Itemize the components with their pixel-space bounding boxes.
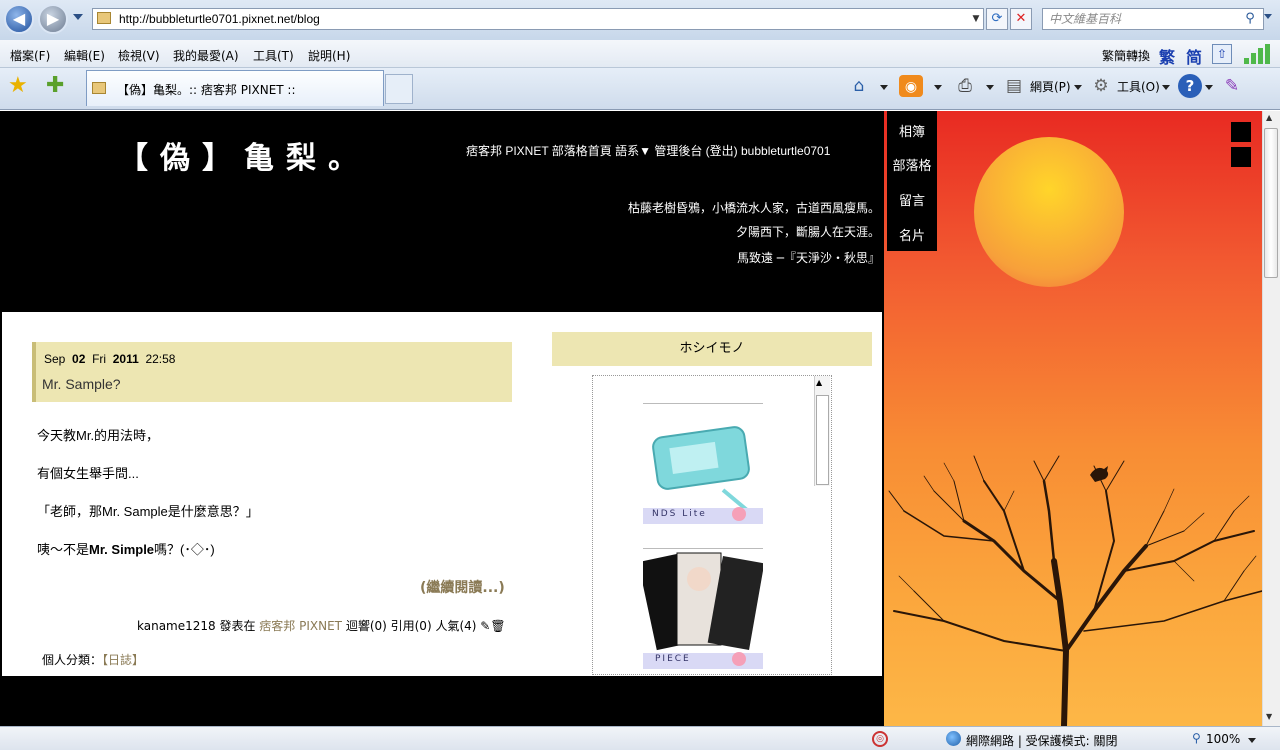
home-icon[interactable]: ⌂ (847, 74, 871, 98)
recent-pages-dropdown[interactable] (73, 14, 83, 20)
side-nav: 相簿 部落格 留言 名片 (887, 111, 937, 251)
line4-post: 嗎？(･◇･) (154, 542, 215, 557)
stop-button[interactable]: ✕ (1010, 8, 1032, 30)
url-dropdown-icon[interactable]: ▼ (968, 9, 984, 29)
post-line-3: 「老師，那Mr. Sample是什麼意思？」 (37, 504, 259, 519)
globe-icon (946, 731, 961, 746)
widget-scroll-thumb[interactable] (816, 395, 829, 485)
menu-tools[interactable]: 工具(T) (253, 47, 294, 64)
post-line-1: 今天教Mr.的用法時， (37, 428, 160, 443)
rss-feed-icon[interactable]: ◉ (899, 75, 923, 97)
date-time: 22:58 (145, 352, 176, 366)
scroll-up-icon[interactable]: ▲ (1266, 113, 1272, 122)
help-dropdown[interactable] (1205, 85, 1213, 90)
print-icon[interactable]: ⎙ (953, 74, 977, 98)
post-header (32, 342, 512, 402)
category-link[interactable]: 【日誌】 (102, 653, 144, 667)
rss-dropdown[interactable] (934, 85, 942, 90)
tools-menu[interactable]: 工具(O) (1117, 76, 1160, 98)
page-icon[interactable]: ▤ (1002, 74, 1026, 98)
site-favicon-icon (97, 12, 111, 24)
menu-view[interactable]: 檢視(V) (118, 47, 160, 64)
post-date: Sep 02 Fri 2011 22:58 (44, 352, 175, 366)
back-button[interactable]: ◀ (4, 4, 34, 34)
search-provider-dropdown[interactable] (1264, 14, 1272, 19)
gear-icon[interactable]: ⚙ (1089, 74, 1113, 98)
add-favorite-icon[interactable]: ✚ (46, 74, 64, 98)
convert-label: 繁簡轉換 (1102, 49, 1151, 63)
zoom-dropdown[interactable] (1248, 738, 1256, 743)
scroll-down-icon[interactable]: ▼ (1266, 712, 1272, 721)
menu-favorites[interactable]: 我的最愛(A) (173, 47, 239, 64)
post-line-2: 有個女生舉手問... (37, 466, 139, 481)
sidebar-widget-title: ホシイモノ (552, 332, 872, 366)
page-menu[interactable]: 網頁(P) (1030, 76, 1071, 98)
search-input[interactable]: 中文維基百科 (1042, 8, 1264, 30)
research-icon[interactable]: ✎ (1220, 74, 1244, 98)
favorites-star-icon[interactable]: ★ (8, 74, 28, 98)
popup-blocked-icon[interactable]: ◎ (872, 731, 888, 747)
widget-scroll-up-icon[interactable]: ▲ (816, 378, 822, 387)
tree-silhouette-image (888, 455, 1262, 726)
simplified-button[interactable]: 简 (1186, 44, 1202, 68)
traditional-button[interactable]: 繁 (1159, 44, 1175, 68)
category-label: 個人分類： (42, 653, 103, 667)
page-dropdown[interactable] (1074, 85, 1082, 90)
top-links[interactable]: 痞客邦 PIXNET 部落格首頁 語系▼ 管理後台 (登出) bubbletur… (466, 142, 830, 159)
trash-icon[interactable]: 🗑 (490, 619, 505, 633)
nav-album[interactable]: 相簿 (887, 121, 937, 140)
date-year: 2011 (112, 352, 139, 366)
nav-profile[interactable]: 名片 (887, 225, 937, 244)
piece-caption: PIECE (655, 654, 691, 664)
print-dropdown[interactable] (986, 85, 994, 90)
tools-dropdown[interactable] (1162, 85, 1170, 90)
line4-pre: 咦～不是 (37, 542, 90, 557)
nav-blog[interactable]: 部落格 (887, 155, 937, 174)
line4-bold: Mr. Simple (89, 542, 155, 557)
widget-square-1[interactable] (1231, 122, 1251, 142)
zoom-icon: ⚲ (1192, 731, 1201, 745)
tab-current[interactable]: 【偽】亀梨。:: 痞客邦 PIXNET :: (86, 70, 384, 106)
new-tab-button[interactable] (385, 74, 413, 104)
nds-lite-image[interactable] (643, 403, 763, 524)
meta-author: kaname1218 發表在 (137, 619, 260, 633)
forward-button[interactable]: ▶ (38, 4, 68, 34)
nds-lite-caption: NDS Lite (652, 509, 707, 519)
read-more-link[interactable]: (繼續閱讀...) (420, 577, 505, 597)
blog-title[interactable]: 【偽】亀梨。 (118, 133, 370, 177)
date-month: Sep (44, 352, 66, 366)
meta-stats: 迴響(0) 引用(0) 人氣(4) (342, 619, 477, 633)
post-category: 個人分類：【日誌】 (42, 651, 144, 668)
home-dropdown[interactable] (880, 85, 888, 90)
zoom-level[interactable]: 100% (1206, 732, 1240, 746)
menu-edit[interactable]: 編輯(E) (64, 47, 105, 64)
date-day: 02 (72, 352, 86, 366)
post-line-4: 咦～不是Mr. Simple嗎？(･◇･) (37, 539, 215, 558)
post-title[interactable]: Mr. Sample? (42, 376, 121, 392)
date-weekday: Fri (92, 352, 107, 366)
refresh-button[interactable]: ⟳ (986, 8, 1008, 30)
nav-guestbook[interactable]: 留言 (887, 190, 937, 209)
signal-icon (1244, 44, 1270, 64)
page-scroll-thumb[interactable] (1264, 128, 1278, 278)
menu-help[interactable]: 說明(H) (308, 47, 350, 64)
edit-icon[interactable]: ✎ (480, 619, 490, 633)
tab-favicon-icon (92, 82, 106, 94)
menu-file[interactable]: 檔案(F) (10, 47, 50, 64)
url-input[interactable]: http://bubbleturtle0701.pixnet.net/blog (92, 8, 984, 30)
meta-pixnet-link[interactable]: 痞客邦 PIXNET (259, 619, 342, 633)
poem-credit: 馬致遠 ─『天淨沙・秋思』 (736, 251, 880, 265)
post-meta: kaname1218 發表在 痞客邦 PIXNET 迴響(0) 引用(0) 人氣… (137, 617, 506, 634)
toolbar-addon-icon[interactable]: ⇧ (1212, 44, 1232, 64)
piece-comic-image[interactable] (638, 548, 765, 669)
widget-square-2[interactable] (1231, 147, 1251, 167)
poem-line-1: 枯藤老樹昏鴉，小橋流水人家，古道西風瘦馬。 (627, 201, 880, 215)
poem-line-2: 夕陽西下，斷腸人在天涯。 (735, 225, 880, 239)
search-icon[interactable]: ⚲ (1241, 9, 1259, 29)
help-icon[interactable]: ? (1178, 74, 1202, 98)
security-zone-text[interactable]: 網際網路 | 受保護模式: 關閉 (966, 732, 1118, 749)
sun-image (974, 137, 1124, 287)
